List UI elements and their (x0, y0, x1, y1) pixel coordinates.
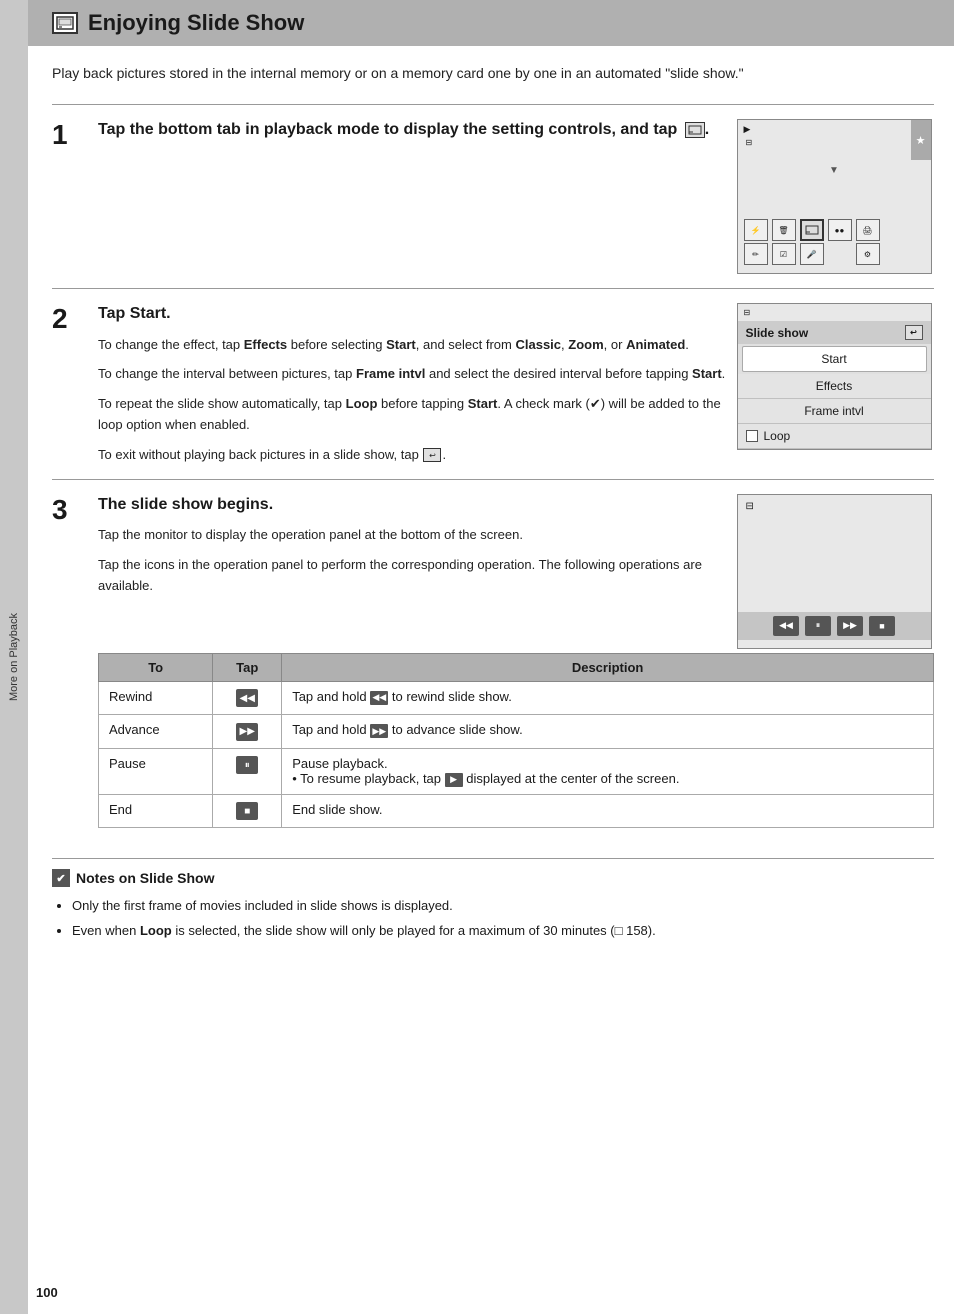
camera-mockup-2: ⊟ Slide show ↩ Start Effects Frame intvl (737, 303, 932, 450)
row-desc-rewind: Tap and hold ◀◀ to rewind slide show. (282, 681, 934, 715)
menu-item-frame-intvl[interactable]: Frame intvl (738, 399, 931, 424)
cam-icon-10[interactable]: ⚙ (856, 243, 880, 265)
advance-btn[interactable]: ▶▶ (837, 616, 863, 636)
camera-mockup-1: ▶ ⊟ ★ ▼ ⚡ 🗑 ●● 🖨 (737, 119, 932, 274)
row-tap-advance: ▶▶ (213, 715, 282, 749)
notes-list: Only the first frame of movies included … (52, 895, 934, 942)
step1-slideshow-icon (685, 122, 705, 138)
row-tap-end: ■ (213, 794, 282, 828)
cam-icon-2[interactable]: 🗑 (772, 219, 796, 241)
exit-icon: ↩ (423, 448, 441, 462)
step-2-number: 2 (52, 303, 82, 465)
cam-icon-slideshow[interactable] (800, 219, 824, 241)
cam-icon-5[interactable]: 🖨 (856, 219, 880, 241)
notes-title: Notes on Slide Show (76, 870, 214, 886)
cam-icon-7[interactable]: ☑ (772, 243, 796, 265)
sidebar: More on Playback (0, 0, 28, 1314)
row-desc-end: End slide show. (282, 794, 934, 828)
note-item: Even when Loop is selected, the slide sh… (72, 920, 934, 941)
menu-item-loop[interactable]: Loop (738, 424, 931, 449)
row-to-advance: Advance (99, 715, 213, 749)
dropdown-arrow: ▼ (829, 165, 839, 176)
rewind-btn[interactable]: ◀◀ (773, 616, 799, 636)
notes-check-icon: ✔ (52, 869, 70, 887)
desc-rewind-icon: ◀◀ (370, 691, 388, 705)
desc-play-icon: ▶ (445, 773, 463, 787)
menu-item-start[interactable]: Start (742, 346, 927, 372)
page-header: Enjoying Slide Show (28, 0, 954, 46)
step-2-body: To change the effect, tap Effects before… (98, 334, 734, 465)
table-header-to: To (99, 653, 213, 681)
page-number: 100 (36, 1285, 58, 1300)
cam-icon-4[interactable]: ●● (828, 219, 852, 241)
sidebar-label: More on Playback (8, 613, 20, 701)
step-3-image: ⊟ ◀◀ ⏸ ▶▶ ■ (734, 494, 934, 649)
cam-icon-1[interactable]: ⚡ (744, 219, 768, 241)
rewind-icon: ◀◀ (236, 689, 258, 707)
step-3-number: 3 (52, 494, 82, 828)
operations-table: To Tap Description Rewind ◀◀ Tap and hol… (98, 653, 934, 828)
intro-text: Play back pictures stored in the interna… (52, 62, 934, 84)
end-icon: ■ (236, 802, 258, 820)
cam-icon-6[interactable]: ✏ (744, 243, 768, 265)
loop-checkbox[interactable] (746, 430, 758, 442)
step-1-heading: Tap the bottom tab in playback mode to d… (98, 119, 734, 141)
cam-icon-8[interactable]: 🎤 (800, 243, 824, 265)
step-2: 2 Tap Start. To change the effect, tap E… (52, 288, 934, 479)
row-desc-advance: Tap and hold ▶▶ to advance slide show. (282, 715, 934, 749)
table-row: Advance ▶▶ Tap and hold ▶▶ to advance sl… (99, 715, 934, 749)
row-to-rewind: Rewind (99, 681, 213, 715)
note-item: Only the first frame of movies included … (72, 895, 934, 916)
row-tap-rewind: ◀◀ (213, 681, 282, 715)
slide-menu: Slide show ↩ Start Effects Frame intvl L… (738, 321, 931, 449)
notes-section: ✔ Notes on Slide Show Only the first fra… (52, 858, 934, 942)
row-tap-pause: ⏸ (213, 748, 282, 794)
cam-icon-9[interactable] (828, 243, 852, 265)
control-bar: ◀◀ ⏸ ▶▶ ■ (738, 612, 931, 640)
step-1-image: ▶ ⊟ ★ ▼ ⚡ 🗑 ●● 🖨 (734, 119, 934, 274)
desc-advance-icon: ▶▶ (370, 724, 388, 738)
table-header-tap: Tap (213, 653, 282, 681)
notes-header: ✔ Notes on Slide Show (52, 869, 934, 887)
page-title: Enjoying Slide Show (88, 10, 304, 36)
step-3-body: Tap the monitor to display the operation… (98, 524, 734, 596)
step-2-image: ⊟ Slide show ↩ Start Effects Frame intvl (734, 303, 934, 465)
step-3-heading: The slide show begins. (98, 494, 734, 516)
end-btn[interactable]: ■ (869, 616, 895, 636)
camera-mockup-3: ⊟ ◀◀ ⏸ ▶▶ ■ (737, 494, 932, 649)
pause-btn[interactable]: ⏸ (805, 616, 831, 636)
table-row: Rewind ◀◀ Tap and hold ◀◀ to rewind slid… (99, 681, 934, 715)
icon-row-2: ✏ ☑ 🎤 ⚙ (744, 243, 880, 265)
table-header-desc: Description (282, 653, 934, 681)
step-3: 3 The slide show begins. Tap the monitor… (52, 479, 934, 842)
back-icon[interactable]: ↩ (905, 325, 923, 340)
step-2-heading: Tap Start. (98, 303, 734, 325)
icon-row-1: ⚡ 🗑 ●● 🖨 (744, 219, 880, 241)
table-row: Pause ⏸ Pause playback. • To resume play… (99, 748, 934, 794)
row-desc-pause: Pause playback. • To resume playback, ta… (282, 748, 934, 794)
playback-icon: ⊟ (746, 501, 754, 512)
star-button[interactable]: ★ (911, 120, 931, 160)
step-1: 1 Tap the bottom tab in playback mode to… (52, 104, 934, 288)
table-row: End ■ End slide show. (99, 794, 934, 828)
row-to-end: End (99, 794, 213, 828)
menu-item-effects[interactable]: Effects (738, 374, 931, 399)
step-1-number: 1 (52, 119, 82, 274)
pause-icon: ⏸ (236, 756, 258, 774)
slide-menu-header: Slide show ↩ (738, 321, 931, 344)
advance-icon: ▶▶ (236, 723, 258, 741)
row-to-pause: Pause (99, 748, 213, 794)
header-icon (52, 12, 78, 34)
